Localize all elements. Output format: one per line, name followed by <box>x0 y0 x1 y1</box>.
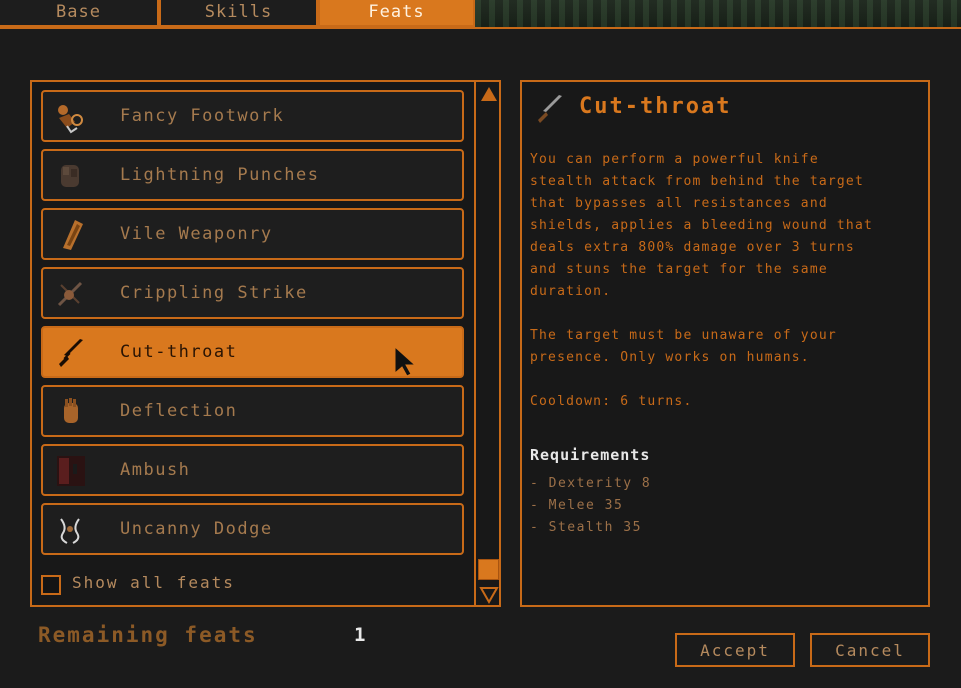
feat-label: Fancy Footwork <box>120 106 285 126</box>
feat-label: Deflection <box>120 401 238 421</box>
strike-icon <box>53 277 89 311</box>
feat-item-ambush[interactable]: Ambush <box>41 444 464 496</box>
requirement-item: - Dexterity 8 <box>530 476 652 491</box>
show-all-feats-label[interactable]: Show all feats <box>72 573 235 592</box>
knife-icon <box>530 92 566 126</box>
feat-item-vile-weaponry[interactable]: Vile Weaponry <box>41 208 464 260</box>
footwork-icon <box>53 100 89 134</box>
feat-note: The target must be unaware of your prese… <box>530 328 837 365</box>
tab-skills[interactable]: Skills <box>159 0 318 27</box>
show-all-feats-checkbox[interactable] <box>41 575 61 595</box>
blade-icon <box>53 218 89 252</box>
feat-description: You can perform a powerful knife stealth… <box>530 152 874 299</box>
requirements-heading: Requirements <box>530 446 651 464</box>
cancel-button[interactable]: Cancel <box>810 633 930 667</box>
tab-base[interactable]: Base <box>0 0 159 27</box>
tab-skills-label: Skills <box>204 1 273 22</box>
ambush-icon <box>53 454 89 488</box>
dodge-icon <box>53 513 89 547</box>
game-scene-background <box>475 0 961 28</box>
tab-base-label: Base <box>56 1 101 22</box>
hand-icon <box>53 395 89 429</box>
mouse-cursor-icon <box>393 345 419 377</box>
feat-list-panel: Fancy Footwork Lightning Punches Vile We… <box>30 80 501 607</box>
feat-list-scrollbar[interactable] <box>474 82 501 605</box>
feat-detail-panel: Cut-throat You can perform a powerful kn… <box>520 80 930 607</box>
tab-feats[interactable]: Feats <box>318 0 475 27</box>
feat-label: Lightning Punches <box>120 165 320 185</box>
scroll-down-arrow-icon[interactable] <box>479 585 499 605</box>
scroll-thumb[interactable] <box>478 559 499 580</box>
accept-button[interactable]: Accept <box>675 633 795 667</box>
feat-label: Ambush <box>120 460 191 480</box>
knife-icon <box>53 336 89 370</box>
fist-icon <box>53 159 89 193</box>
requirement-item: - Melee 35 <box>530 498 624 513</box>
feat-item-fancy-footwork[interactable]: Fancy Footwork <box>41 90 464 142</box>
feat-item-uncanny-dodge[interactable]: Uncanny Dodge <box>41 503 464 555</box>
feat-label: Uncanny Dodge <box>120 519 273 539</box>
cancel-button-label: Cancel <box>835 640 905 660</box>
feat-cooldown: Cooldown: 6 turns. <box>530 394 693 409</box>
accept-button-label: Accept <box>700 640 770 660</box>
tab-feats-label: Feats <box>368 1 425 22</box>
feat-item-crippling-strike[interactable]: Crippling Strike <box>41 267 464 319</box>
feat-item-deflection[interactable]: Deflection <box>41 385 464 437</box>
feat-label: Cut-throat <box>120 342 238 362</box>
remaining-feats-count: 1 <box>354 624 366 646</box>
remaining-feats-label: Remaining feats <box>38 623 258 647</box>
requirement-item: - Stealth 35 <box>530 520 642 535</box>
feat-label: Vile Weaponry <box>120 224 273 244</box>
scroll-up-arrow-icon[interactable] <box>479 84 499 104</box>
feat-label: Crippling Strike <box>120 283 308 303</box>
feat-item-lightning-punches[interactable]: Lightning Punches <box>41 149 464 201</box>
feat-detail-title: Cut-throat <box>579 94 732 119</box>
